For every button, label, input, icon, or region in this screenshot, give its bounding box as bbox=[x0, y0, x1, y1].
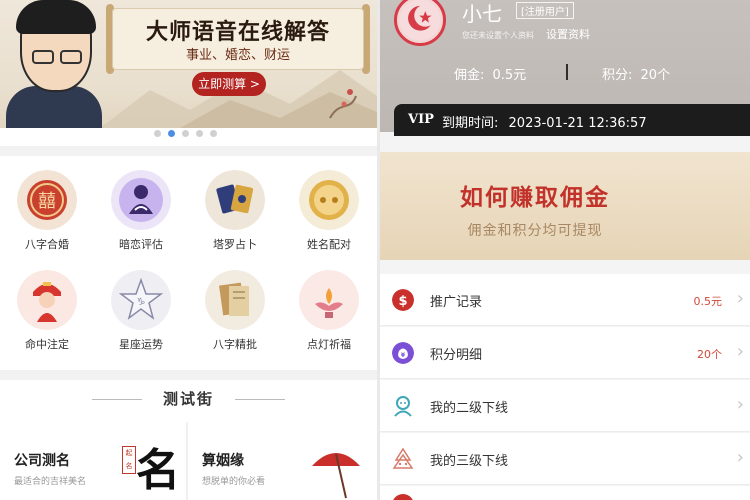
service-label: 塔罗占卜 bbox=[213, 238, 257, 251]
card-subtitle: 最适合的吉祥美名 bbox=[14, 477, 87, 487]
menu-item-level2-downline[interactable]: 我的二级下线 › bbox=[380, 380, 750, 432]
service-bazi-reading[interactable]: 八字精批 bbox=[188, 260, 282, 360]
tree-icon bbox=[392, 448, 414, 469]
service-crush-evaluation[interactable]: 暗恋评估 bbox=[94, 160, 188, 260]
master-avatar-body bbox=[6, 86, 102, 128]
banner-subtitle: 事业、婚恋、财运 bbox=[185, 48, 290, 63]
section-divider bbox=[0, 146, 377, 156]
card-title: 算姻缘 bbox=[202, 453, 244, 469]
user-name: 小七 bbox=[462, 2, 502, 26]
service-label: 暗恋评估 bbox=[119, 238, 163, 251]
points-stat[interactable]: 积分: 20个 bbox=[602, 64, 670, 83]
service-label: 八字精批 bbox=[213, 338, 257, 351]
menu-item-points-details[interactable]: ¥ 积分明细 20个 › bbox=[380, 327, 750, 379]
dollar-icon: $ bbox=[392, 289, 414, 311]
menu-label: 推广记录 bbox=[430, 295, 483, 310]
commission-label: 佣金: bbox=[454, 68, 485, 83]
vip-expire: 到期时间: 2023-01-21 12:36:57 bbox=[442, 112, 647, 131]
stat-separator bbox=[566, 64, 568, 80]
vip-bar[interactable]: VIP 到期时间: 2023-01-21 12:36:57 bbox=[394, 104, 750, 136]
earn-subtitle: 佣金和积分均可提现 bbox=[467, 223, 603, 239]
card-subtitle: 想脱单的你必看 bbox=[202, 477, 266, 487]
carousel-dot[interactable] bbox=[210, 130, 217, 137]
promo-banner[interactable]: 大师语音在线解答 事业、婚恋、财运 立即测算 > bbox=[0, 0, 377, 128]
master-avatar-hair bbox=[16, 0, 96, 34]
section-divider bbox=[0, 370, 377, 380]
money-bag-icon: ¥ bbox=[392, 342, 414, 364]
menu-label: 积分明细 bbox=[430, 348, 483, 363]
double-happiness-icon: 囍 bbox=[17, 170, 77, 230]
vip-expire-value: 2023-01-21 12:36:57 bbox=[508, 116, 647, 131]
chevron-right-icon: › bbox=[736, 394, 744, 415]
svg-text:$: $ bbox=[398, 294, 407, 309]
user-role-badge: [注册用户] bbox=[516, 2, 574, 19]
title-rule-right bbox=[235, 399, 285, 400]
service-horoscope[interactable]: ♑ 星座运势 bbox=[94, 260, 188, 360]
vip-expire-label: 到期时间: bbox=[442, 116, 499, 131]
service-light-lamp[interactable]: 点灯祈福 bbox=[282, 260, 376, 360]
card-title: 公司测名 bbox=[14, 453, 70, 469]
earn-commission-banner[interactable]: 如何赚取佣金 佣金和积分均可提现 bbox=[380, 152, 750, 260]
service-label: 星座运势 bbox=[119, 338, 163, 351]
tarot-cards-icon bbox=[205, 170, 265, 230]
chevron-right-icon: › bbox=[736, 288, 744, 309]
points-value: 20个 bbox=[640, 68, 671, 83]
chevron-right-icon: › bbox=[736, 447, 744, 468]
profile-settings-link[interactable]: 设置资料 bbox=[546, 26, 590, 42]
menu-item-level3-downline[interactable]: 我的三级下线 › bbox=[380, 433, 750, 485]
carousel-dot[interactable] bbox=[154, 130, 161, 137]
menu-item-promotion-records[interactable]: $ 推广记录 0.5元 › bbox=[380, 274, 750, 326]
menu-value: 20个 bbox=[697, 348, 722, 361]
service-name-match[interactable]: 姓名配对 bbox=[282, 160, 376, 260]
red-umbrella-icon bbox=[312, 453, 360, 499]
profile-hint: 您还未设置个人资料 bbox=[462, 31, 534, 40]
gold-coin-icon bbox=[299, 170, 359, 230]
book-icon bbox=[205, 270, 265, 330]
service-grid: 囍 八字合婚 暗恋评估 塔罗占卜 姓名配对 命中注定 ♑ 星座运势 八字精批 点… bbox=[0, 160, 377, 366]
svg-text:囍: 囍 bbox=[38, 191, 56, 212]
carousel-dot[interactable] bbox=[182, 130, 189, 137]
star-icon: ♑ bbox=[111, 270, 171, 330]
svg-text:♑: ♑ bbox=[137, 297, 146, 308]
menu-item-partial[interactable] bbox=[380, 486, 750, 500]
account-panel: 小七 [注册用户] 您还未设置个人资料 设置资料 佣金: 0.5元 积分: 20… bbox=[380, 0, 750, 500]
service-label: 命中注定 bbox=[25, 338, 69, 351]
service-bazi-marriage[interactable]: 囍 八字合婚 bbox=[0, 160, 94, 260]
carousel-dots[interactable] bbox=[154, 130, 217, 137]
girl-silhouette-icon bbox=[111, 170, 171, 230]
bride-doll-icon bbox=[17, 270, 77, 330]
profile-header: 小七 [注册用户] 您还未设置个人资料 设置资料 佣金: 0.5元 积分: 20… bbox=[380, 0, 750, 136]
menu-label: 我的三级下线 bbox=[430, 454, 509, 469]
naming-seal: 起名 bbox=[122, 446, 136, 474]
start-test-button[interactable]: 立即测算 > bbox=[192, 72, 266, 96]
user-avatar[interactable] bbox=[394, 0, 446, 46]
commission-stat[interactable]: 佣金: 0.5元 bbox=[454, 64, 526, 83]
carousel-dot[interactable] bbox=[196, 130, 203, 137]
service-tarot[interactable]: 塔罗占卜 bbox=[188, 160, 282, 260]
service-label: 八字合婚 bbox=[25, 238, 69, 251]
commission-value: 0.5元 bbox=[492, 68, 527, 83]
menu-label: 我的二级下线 bbox=[430, 401, 509, 416]
menu-value: 0.5元 bbox=[693, 295, 723, 308]
service-label: 姓名配对 bbox=[307, 238, 351, 251]
service-destiny[interactable]: 命中注定 bbox=[0, 260, 94, 360]
home-panel: 大师语音在线解答 事业、婚恋、财运 立即测算 > 囍 八字合婚 暗恋评估 塔罗占… bbox=[0, 0, 377, 500]
marriage-fate-card[interactable]: 算姻缘 想脱单的你必看 bbox=[188, 422, 377, 500]
lotus-lamp-icon bbox=[299, 270, 359, 330]
menu-icon-partial bbox=[392, 494, 414, 500]
banner-title: 大师语音在线解答 bbox=[145, 19, 330, 45]
points-label: 积分: bbox=[602, 68, 633, 83]
naming-calligraphy: 名 bbox=[136, 445, 180, 496]
company-naming-card[interactable]: 公司测名 最适合的吉祥美名 起名 名 bbox=[0, 422, 186, 500]
chevron-right-icon: › bbox=[736, 341, 744, 362]
service-label: 点灯祈福 bbox=[307, 338, 351, 351]
carousel-dot-active[interactable] bbox=[168, 130, 175, 137]
person-outline-icon bbox=[394, 396, 412, 417]
earn-title: 如何赚取佣金 bbox=[460, 185, 610, 211]
test-street-title: 测试街 bbox=[162, 390, 214, 408]
vip-badge: VIP bbox=[408, 112, 434, 127]
